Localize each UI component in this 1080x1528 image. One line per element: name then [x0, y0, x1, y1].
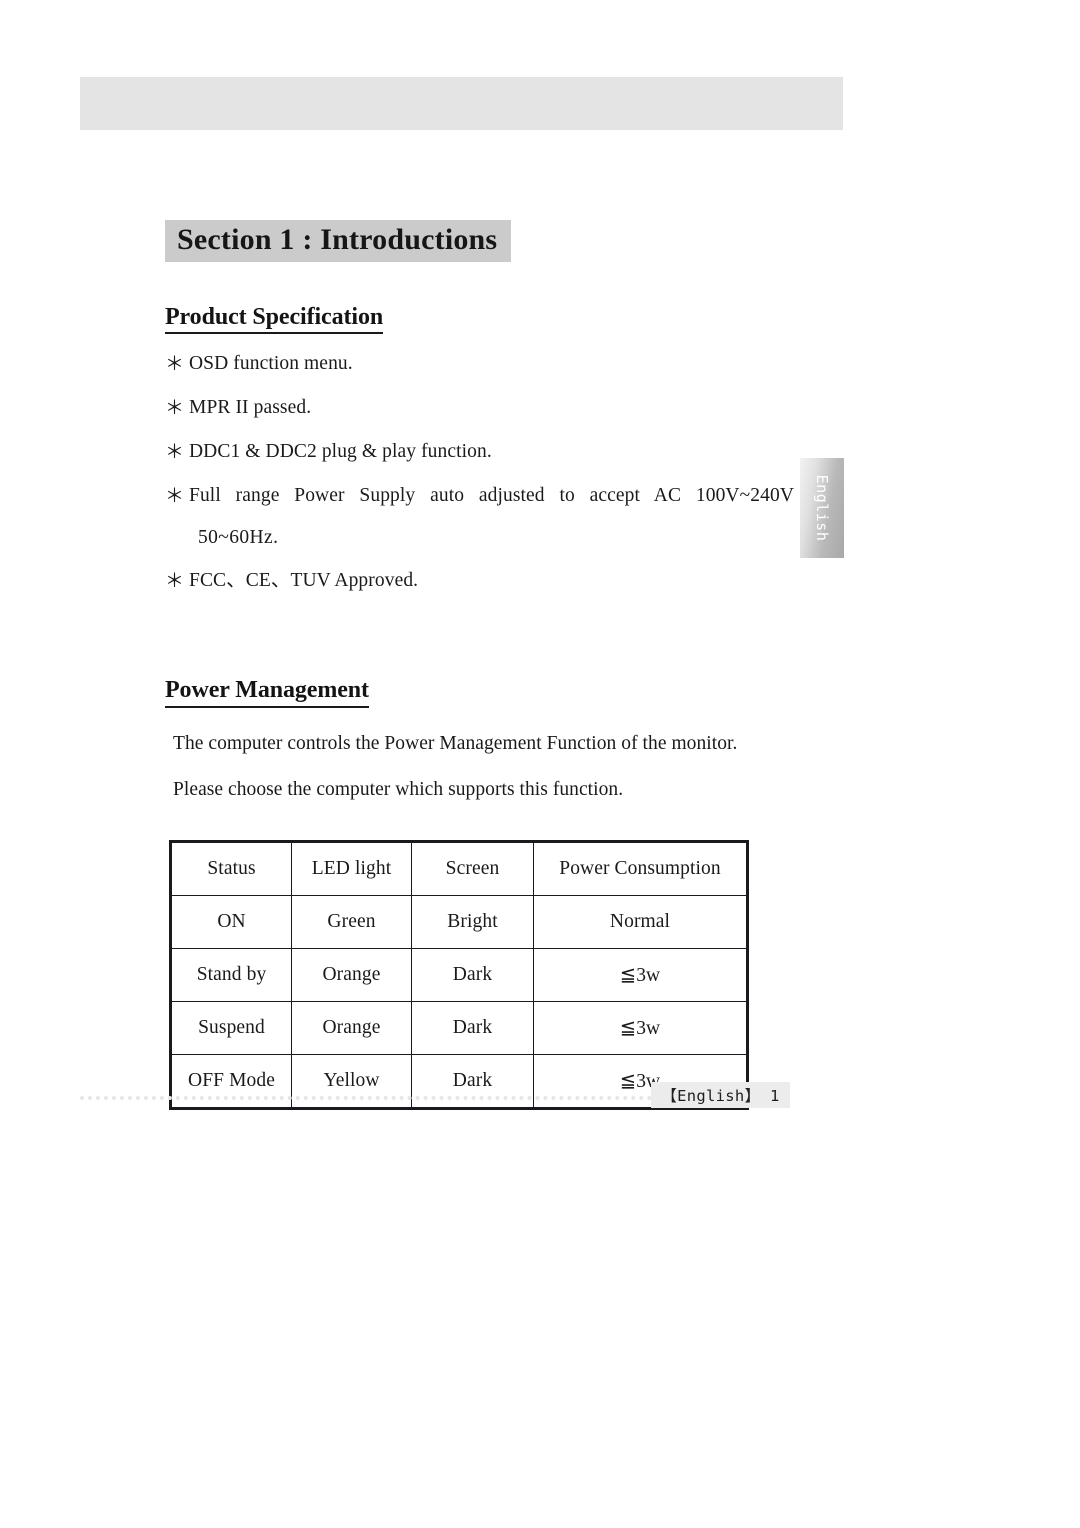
table-header-cell: Power Consumption: [533, 841, 748, 897]
list-item-label: FCC、CE、TUV Approved.: [189, 570, 419, 592]
table-cell: ≦3w: [533, 1001, 748, 1056]
list-item: ＊ Full range Power Supply auto adjusted …: [165, 482, 795, 553]
footer-page-number: 【English】 1: [651, 1082, 790, 1108]
footer-dotted-divider: [80, 1096, 660, 1100]
section-title-wrap: Section 1 : Introductions: [165, 220, 795, 262]
power-management-table: Status LED light Screen Power Consumptio…: [169, 840, 749, 1111]
table-cell: Orange: [291, 1001, 412, 1056]
table-cell: Bright: [411, 895, 534, 950]
asterisk-bullet-icon: ＊: [165, 441, 185, 463]
asterisk-bullet-icon: ＊: [165, 354, 185, 376]
asterisk-bullet-icon: ＊: [165, 485, 185, 507]
power-management-table-wrap: Status LED light Screen Power Consumptio…: [169, 840, 795, 1111]
page-content: Section 1 : Introductions Product Specif…: [165, 220, 795, 1111]
list-item-label: MPR II passed.: [189, 397, 312, 419]
table-header-cell: LED light: [291, 841, 412, 897]
list-item: ＊ FCC、CE、TUV Approved.: [165, 567, 795, 596]
list-item: ＊ OSD function menu.: [165, 350, 795, 379]
table-cell: OFF Mode: [170, 1054, 292, 1110]
power-management-heading: Power Management: [165, 677, 369, 708]
table-row: Suspend Orange Dark ≦3w: [170, 1001, 748, 1056]
table-cell: Orange: [291, 948, 412, 1003]
table-row: ON Green Bright Normal: [170, 895, 748, 950]
language-side-tab: English: [800, 458, 844, 558]
product-specification-section: Product Specification ＊ OSD function men…: [165, 262, 795, 597]
table-cell: ON: [170, 895, 292, 950]
table-cell: Suspend: [170, 1001, 292, 1056]
language-side-tab-label: English: [813, 474, 831, 542]
page-header-bar: [80, 77, 843, 130]
section-title: Section 1 : Introductions: [165, 220, 512, 262]
asterisk-bullet-icon: ＊: [165, 571, 185, 593]
list-item: ＊ DDC1 & DDC2 plug & play function.: [165, 438, 795, 467]
table-header-cell: Status: [170, 841, 292, 897]
table-header-cell: Screen: [411, 841, 534, 897]
power-management-paragraph: Please choose the computer which support…: [173, 779, 624, 801]
table-cell: Stand by: [170, 948, 292, 1003]
table-cell: Normal: [533, 895, 748, 950]
table-cell: ≦3w: [533, 948, 748, 1003]
product-specification-list: ＊ OSD function menu. ＊ MPR II passed. ＊ …: [165, 350, 795, 596]
list-item-label: Full range Power Supply auto adjusted to…: [189, 484, 794, 506]
power-management-section: Power Management The computer controls t…: [165, 611, 795, 1111]
power-management-paragraph: The computer controls the Power Manageme…: [173, 732, 738, 754]
table-cell: Yellow: [291, 1054, 412, 1110]
table-cell: Dark: [411, 948, 534, 1003]
table-cell: Green: [291, 895, 412, 950]
table-cell: Dark: [411, 1001, 534, 1056]
table-cell: Dark: [411, 1054, 534, 1110]
list-item-label: OSD function menu.: [189, 353, 353, 375]
table-row: Stand by Orange Dark ≦3w: [170, 948, 748, 1003]
table-header-row: Status LED light Screen Power Consumptio…: [170, 841, 748, 897]
list-item-label-continuation: 50~60Hz.: [198, 526, 279, 548]
list-item: ＊ MPR II passed.: [165, 394, 795, 423]
asterisk-bullet-icon: ＊: [165, 398, 185, 420]
list-item-label: DDC1 & DDC2 plug & play function.: [189, 440, 492, 462]
product-specification-heading: Product Specification: [165, 304, 383, 335]
